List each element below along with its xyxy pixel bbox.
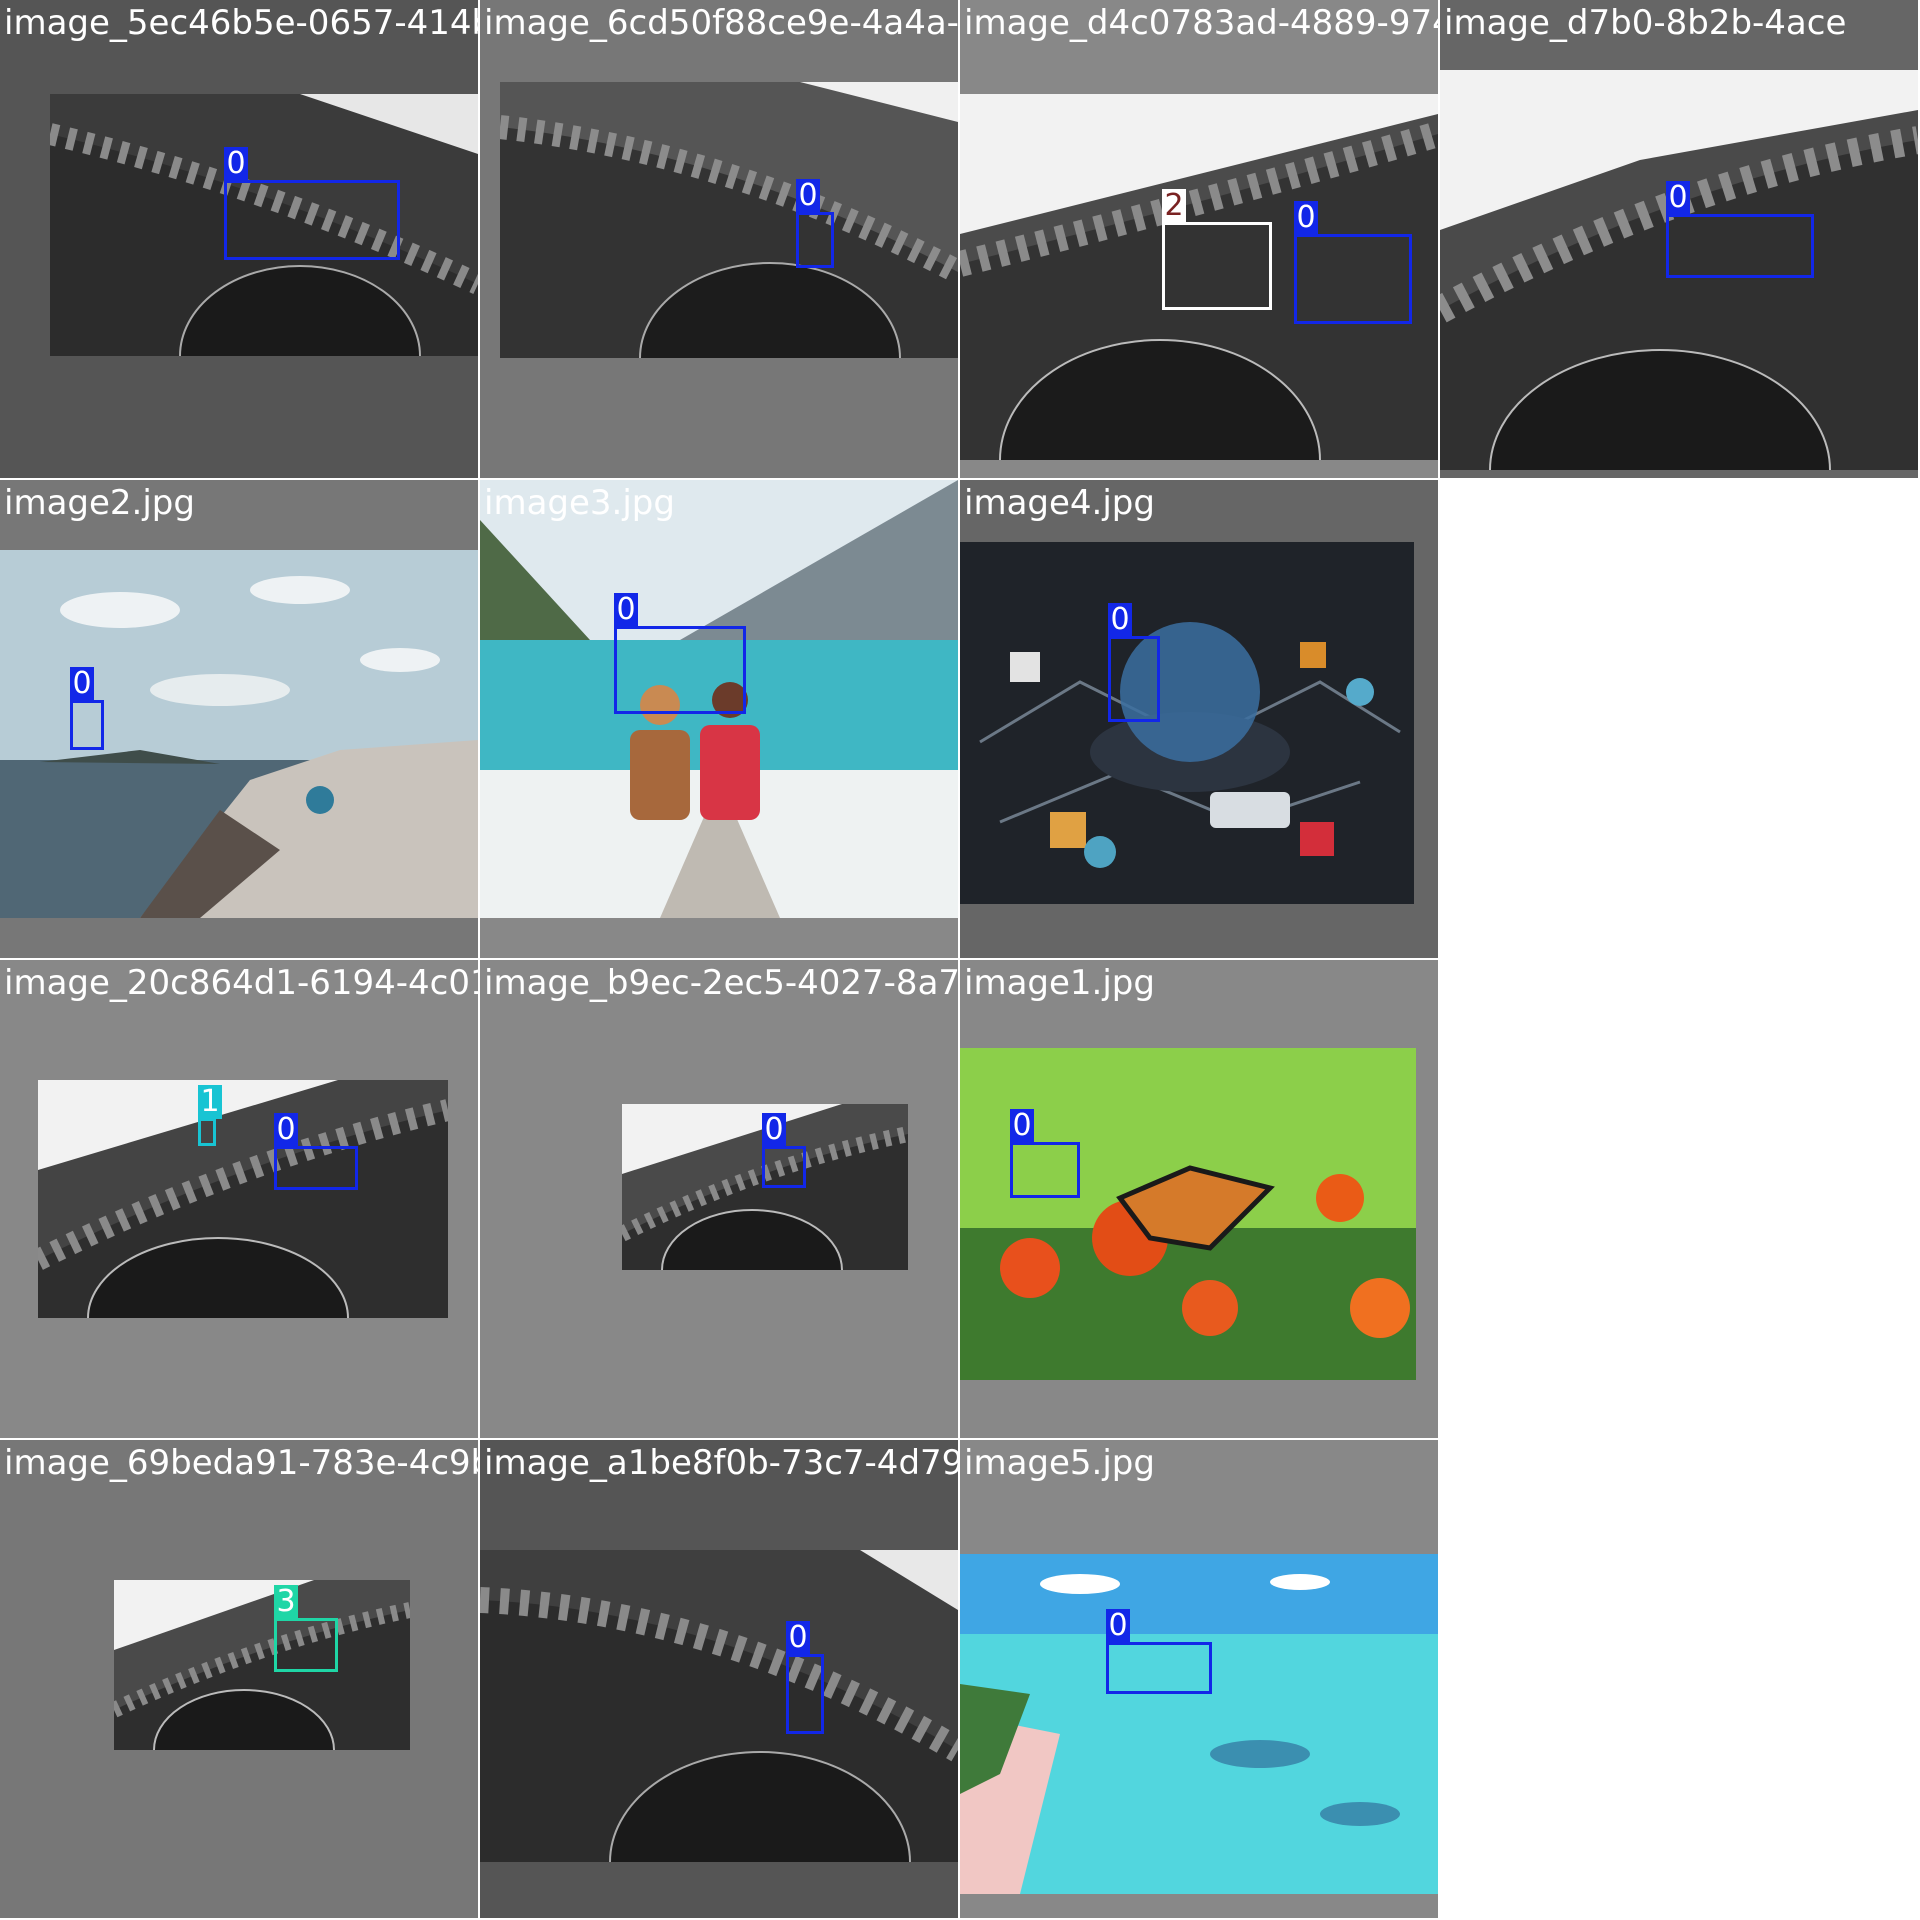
image-filename: image_5ec46b5e-0657-414b-8a7f-5677601863 (4, 3, 478, 43)
detection-box: 2 (1162, 189, 1272, 310)
detection-box: 1 (198, 1085, 222, 1146)
tile: image_a1be8f0b-73c7-4d79-a9d9-f358bc6a1 … (480, 1440, 958, 1918)
class-label: 0 (1010, 1109, 1034, 1143)
class-label: 0 (1106, 1609, 1130, 1643)
class-label: 2 (1162, 189, 1186, 223)
class-label: 0 (1666, 181, 1690, 215)
detection-box: 0 (1666, 181, 1814, 278)
class-label: 0 (796, 179, 820, 213)
class-label: 0 (224, 147, 248, 181)
image-filename: image_d7b0-8b2b-4ace (1444, 3, 1847, 43)
detection-box: 0 (1108, 603, 1160, 722)
image-filename: image4.jpg (964, 483, 1155, 523)
class-label: 0 (70, 667, 94, 701)
beach-photo (960, 1554, 1438, 1894)
tile: image_d7b0-8b2b-4ace 0 (1440, 0, 1918, 478)
mosaic-grid: image_5ec46b5e-0657-414b-8a7f-5677601863… (0, 0, 1920, 1920)
image-filename: image_b9ec-2ec5-4027-8a74-0b4d14b3b (484, 963, 958, 1003)
tile: image_5ec46b5e-0657-414b-8a7f-5677601863… (0, 0, 478, 478)
detection-box: 0 (1010, 1109, 1080, 1198)
gear-photo (38, 1080, 448, 1318)
detection-box: 0 (70, 667, 104, 750)
gear-photo (500, 82, 958, 358)
gear-photo (480, 1550, 958, 1862)
image-filename: image_d4c0783ad-4889-974b-7b1ad48 (964, 3, 1438, 43)
tile: image4.jpg 0 (960, 480, 1438, 958)
tile: image5.jpg 0 (960, 1440, 1438, 1918)
image-filename: image_20c864d1-6194-4c01-b1e1-29a5c7451 (4, 963, 478, 1003)
tile: image3.jpg 0 (480, 480, 958, 958)
detection-box: 0 (224, 147, 400, 260)
tile: image_b9ec-2ec5-4027-8a74-0b4d14b3b 0 (480, 960, 958, 1438)
tile: image1.jpg 0 (960, 960, 1438, 1438)
image-filename: image1.jpg (964, 963, 1155, 1003)
tile (1440, 1440, 1918, 1918)
detection-box: 0 (762, 1113, 806, 1188)
tile: image_6cd50f88ce9e-4a4a-840e-2c8798b9 0 (480, 0, 958, 478)
class-label: 3 (274, 1585, 298, 1619)
class-label: 0 (1294, 201, 1318, 235)
detection-box: 0 (1294, 201, 1412, 324)
detection-box: 0 (786, 1621, 824, 1734)
tile: image_d4c0783ad-4889-974b-7b1ad48 2 0 (960, 0, 1438, 478)
image-filename: image_69beda91-783e-4c9b-a60d-4f9c3c6 (4, 1443, 478, 1483)
tile: image_20c864d1-6194-4c01-b1e1-29a5c7451 … (0, 960, 478, 1438)
detection-box: 0 (796, 179, 834, 268)
detection-box: 0 (1106, 1609, 1212, 1694)
tile (1440, 960, 1918, 1438)
tile: image_69beda91-783e-4c9b-a60d-4f9c3c6 3 (0, 1440, 478, 1918)
butterfly-photo (960, 1048, 1416, 1380)
class-label: 0 (614, 593, 638, 627)
detection-box: 0 (614, 593, 746, 714)
detection-box: 3 (274, 1585, 338, 1672)
image-filename: image_a1be8f0b-73c7-4d79-a9d9-f358bc6a1 (484, 1443, 958, 1483)
class-label: 0 (274, 1113, 298, 1147)
detection-box: 0 (274, 1113, 358, 1190)
class-label: 1 (198, 1085, 222, 1119)
tile (1440, 480, 1918, 958)
image-filename: image2.jpg (4, 483, 195, 523)
image-filename: image3.jpg (484, 483, 675, 523)
class-label: 0 (762, 1113, 786, 1147)
image-filename: image_6cd50f88ce9e-4a4a-840e-2c8798b9 (484, 3, 958, 43)
tile: image2.jpg 0 (0, 480, 478, 958)
gear-photo (114, 1580, 410, 1750)
tech-illustration (960, 542, 1414, 904)
image-filename: image5.jpg (964, 1443, 1155, 1483)
class-label: 0 (1108, 603, 1132, 637)
class-label: 0 (786, 1621, 810, 1655)
